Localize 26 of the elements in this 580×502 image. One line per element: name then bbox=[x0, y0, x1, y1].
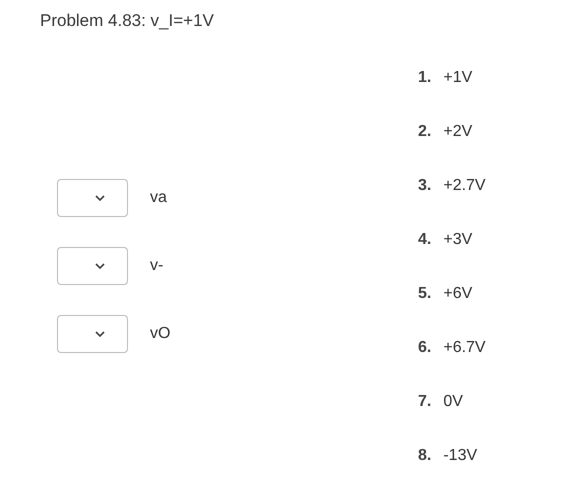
answer-dropdown[interactable] bbox=[57, 315, 128, 353]
choice-number: 6. bbox=[418, 338, 432, 358]
choice-number: 3. bbox=[418, 176, 432, 196]
chevron-down-icon bbox=[95, 331, 105, 337]
chevron-down-icon bbox=[95, 195, 105, 201]
problem-title: Problem 4.83: v_I=+1V bbox=[40, 10, 215, 32]
choice-text: +1V bbox=[443, 68, 472, 88]
choice-text: +3V bbox=[443, 230, 472, 250]
choice-number: 2. bbox=[418, 122, 432, 142]
choice-number: 4. bbox=[418, 230, 432, 250]
choice-number: 8. bbox=[418, 446, 432, 466]
choice-number: 5. bbox=[418, 284, 432, 304]
choice-text: +2V bbox=[443, 122, 472, 142]
choice-number: 1. bbox=[418, 68, 432, 88]
match-label: v- bbox=[150, 257, 164, 275]
choice-text: +6V bbox=[443, 284, 472, 304]
match-label: va bbox=[150, 189, 167, 207]
chevron-down-icon bbox=[95, 263, 105, 269]
choice-text: -13V bbox=[443, 446, 478, 466]
choice-text: +2.7V bbox=[443, 176, 486, 196]
choice-text: +6.7V bbox=[443, 338, 486, 358]
match-label: vO bbox=[150, 325, 170, 343]
choice-number: 7. bbox=[418, 392, 432, 412]
choice-text: 0V bbox=[443, 392, 463, 412]
answer-dropdown[interactable] bbox=[57, 179, 128, 217]
answer-dropdown[interactable] bbox=[57, 247, 128, 285]
